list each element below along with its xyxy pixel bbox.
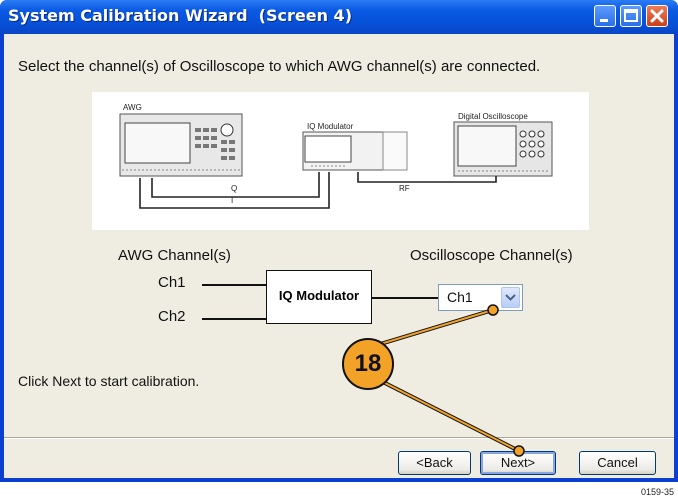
footer-divider-highlight xyxy=(4,438,674,439)
scope-channel-select[interactable]: Ch1 xyxy=(438,284,523,311)
awg-image-label: AWG xyxy=(123,103,142,112)
connection-illustration: AWG IQ Modulator Digital Oscilloscope Q … xyxy=(92,92,589,230)
i-cable-label: I xyxy=(231,196,234,205)
maximize-icon xyxy=(624,9,638,22)
cancel-button[interactable]: Cancel xyxy=(579,451,656,475)
awg-instrument-image xyxy=(119,113,243,177)
scope-channel-value: Ch1 xyxy=(447,289,473,305)
scope-image-label: Digital Oscilloscope xyxy=(458,112,528,121)
instruction-text: Select the channel(s) of Oscilloscope to… xyxy=(18,58,541,75)
ch2-label: Ch2 xyxy=(158,308,186,325)
iq-image-label: IQ Modulator xyxy=(307,122,354,131)
close-icon xyxy=(650,9,664,23)
iq-modulator-label: IQ Modulator xyxy=(278,288,360,303)
callout-number: 18 xyxy=(354,350,382,377)
title-bar[interactable]: System Calibration Wizard (Screen 4) xyxy=(0,0,678,34)
next-button[interactable]: Next> xyxy=(480,451,556,475)
minimize-button[interactable] xyxy=(594,5,616,27)
minimize-icon xyxy=(600,19,608,22)
iq-modulator-image xyxy=(302,131,408,171)
q-cable-label: Q xyxy=(231,184,238,193)
output-connector-line xyxy=(372,297,438,299)
close-button[interactable] xyxy=(646,5,668,27)
scope-channels-heading: Oscilloscope Channel(s) xyxy=(410,247,573,264)
chevron-down-icon xyxy=(505,294,516,301)
back-button[interactable]: <Back xyxy=(398,451,471,475)
ch1-label: Ch1 xyxy=(158,274,186,291)
dropdown-arrow-button[interactable] xyxy=(501,287,520,308)
figure-id: 0159-35 xyxy=(640,487,674,497)
window-title: System Calibration Wizard (Screen 4) xyxy=(8,6,352,25)
rf-cable-label: RF xyxy=(399,184,410,193)
oscilloscope-image xyxy=(453,121,553,177)
ch2-connector-line xyxy=(202,318,266,320)
iq-modulator-box: IQ Modulator xyxy=(266,270,372,324)
ch1-connector-line xyxy=(202,284,266,286)
hint-text: Click Next to start calibration. xyxy=(18,373,200,389)
callout-badge: 18 xyxy=(342,338,394,390)
awg-channels-heading: AWG Channel(s) xyxy=(118,247,231,264)
maximize-button[interactable] xyxy=(620,5,642,27)
